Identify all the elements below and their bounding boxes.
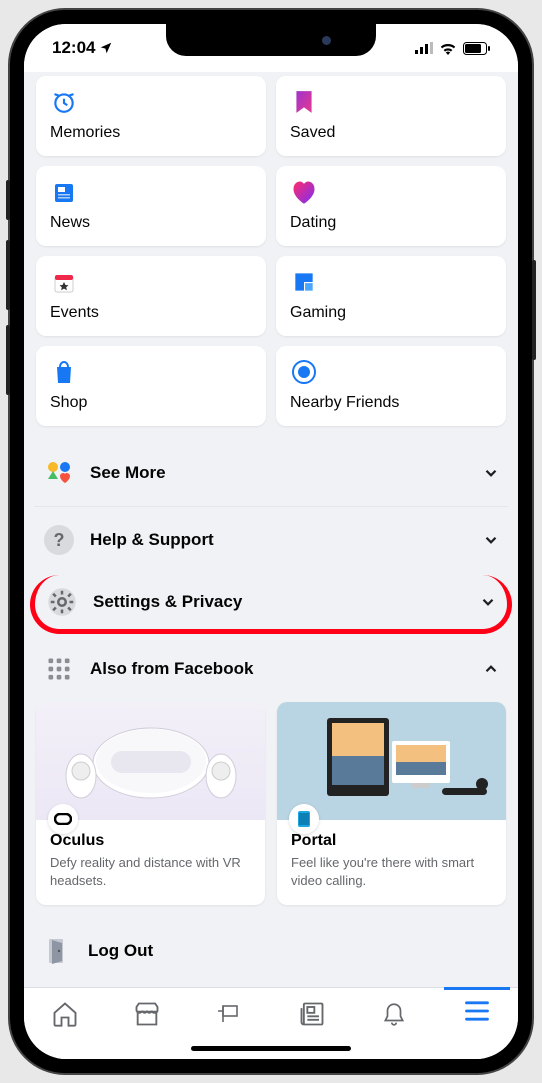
- gear-icon: [45, 585, 79, 619]
- battery-icon: [463, 42, 490, 55]
- svg-text:?: ?: [54, 530, 65, 550]
- home-indicator[interactable]: [191, 1046, 351, 1051]
- shortcut-gaming[interactable]: Gaming: [276, 256, 506, 336]
- logout-row[interactable]: Log Out: [34, 921, 508, 973]
- shortcut-events[interactable]: Events: [36, 256, 266, 336]
- news-icon: [50, 178, 78, 206]
- portal-image: [277, 702, 506, 820]
- memories-icon: [50, 88, 78, 116]
- see-more-icon: [42, 456, 76, 490]
- help-icon: ?: [42, 523, 76, 557]
- location-icon: [99, 41, 113, 55]
- also-from-grid: Oculus Defy reality and distance with VR…: [34, 702, 508, 921]
- oculus-card[interactable]: Oculus Defy reality and distance with VR…: [36, 702, 265, 905]
- cellular-icon: [415, 42, 433, 54]
- oculus-image: [36, 702, 265, 820]
- shop-icon: [50, 358, 78, 386]
- shortcut-dating[interactable]: Dating: [276, 166, 506, 246]
- chevron-down-icon: [482, 464, 500, 482]
- gaming-icon: [290, 268, 318, 296]
- help-support-row[interactable]: ? Help & Support: [34, 506, 508, 573]
- apps-grid-icon: [42, 652, 76, 686]
- nearby-icon: [290, 358, 318, 386]
- portal-card[interactable]: Portal Feel like you're there with smart…: [277, 702, 506, 905]
- chevron-up-icon: [482, 660, 500, 678]
- saved-icon: [290, 88, 318, 116]
- tab-menu[interactable]: [436, 988, 518, 1059]
- shortcut-saved[interactable]: Saved: [276, 76, 506, 156]
- shortcut-nearby-friends[interactable]: Nearby Friends: [276, 346, 506, 426]
- events-icon: [50, 268, 78, 296]
- shortcut-grid: Memories Saved News Dating Events: [34, 72, 508, 440]
- status-time: 12:04: [52, 38, 95, 58]
- tab-marketplace[interactable]: [106, 988, 188, 1059]
- dating-icon: [290, 178, 318, 206]
- chevron-down-icon: [482, 531, 500, 549]
- portal-badge-icon: [289, 804, 319, 834]
- tab-notifications[interactable]: [353, 988, 435, 1059]
- shortcut-shop[interactable]: Shop: [36, 346, 266, 426]
- shortcut-memories[interactable]: Memories: [36, 76, 266, 156]
- oculus-badge-icon: [48, 804, 78, 834]
- shortcut-news[interactable]: News: [36, 166, 266, 246]
- wifi-icon: [439, 42, 457, 55]
- chevron-down-icon: [479, 593, 497, 611]
- see-more-row[interactable]: See More: [34, 440, 508, 506]
- logout-icon: [42, 935, 74, 967]
- also-from-facebook-row[interactable]: Also from Facebook: [34, 636, 508, 702]
- tab-home[interactable]: [24, 988, 106, 1059]
- settings-privacy-row[interactable]: Settings & Privacy: [30, 575, 512, 634]
